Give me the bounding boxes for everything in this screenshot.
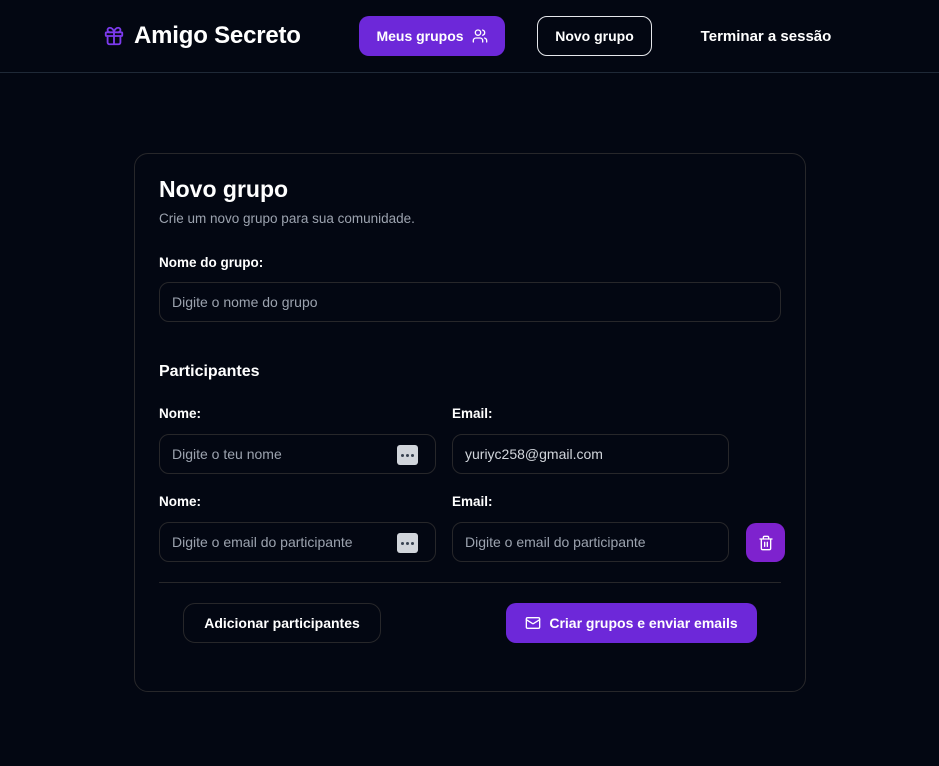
new-group-button[interactable]: Novo grupo [537, 16, 652, 56]
participant-email-input[interactable] [465, 534, 716, 550]
users-icon [472, 29, 487, 43]
participant-name-field[interactable] [159, 522, 436, 562]
participant-name-label: Nome: [159, 494, 202, 509]
participant-email-field[interactable] [452, 522, 729, 562]
trash-icon [758, 535, 773, 550]
group-name-input[interactable] [172, 294, 768, 310]
participant-name-input[interactable] [172, 446, 423, 462]
create-group-button[interactable]: Criar grupos e enviar emails [506, 603, 757, 643]
remove-participant-button[interactable] [746, 523, 785, 562]
brand-title: Amigo Secreto [134, 22, 301, 49]
participant-email-label: Email: [452, 494, 493, 509]
group-name-label: Nome do grupo: [159, 255, 264, 270]
participant-email-field[interactable] [452, 434, 729, 474]
mail-icon [526, 617, 541, 629]
participants-title: Participantes [159, 363, 260, 380]
gift-icon [104, 26, 124, 46]
participant-name-field[interactable] [159, 434, 436, 474]
my-groups-label: Meus grupos [376, 28, 464, 44]
participant-email-input[interactable] [465, 446, 716, 462]
logout-button[interactable]: Terminar a sessão [690, 16, 842, 56]
divider [159, 582, 781, 583]
my-groups-button[interactable]: Meus grupos [359, 16, 505, 56]
password-manager-icon[interactable] [397, 445, 418, 465]
password-manager-icon[interactable] [397, 533, 418, 553]
participant-email-label: Email: [452, 406, 493, 421]
add-participant-button[interactable]: Adicionar participantes [183, 603, 381, 643]
participant-name-label: Nome: [159, 406, 202, 421]
page-title: Novo grupo [159, 176, 289, 202]
brand[interactable]: Amigo Secreto [103, 20, 301, 52]
group-name-field[interactable] [159, 282, 781, 322]
top-navbar: Amigo Secreto Meus grupos Novo grupo Ter… [0, 0, 939, 73]
page-subtitle: Crie um novo grupo para sua comunidade. [159, 211, 415, 226]
participant-name-input[interactable] [172, 534, 423, 550]
new-group-card: Novo grupo Crie um novo grupo para sua c… [134, 153, 806, 692]
create-group-label: Criar grupos e enviar emails [549, 615, 738, 631]
